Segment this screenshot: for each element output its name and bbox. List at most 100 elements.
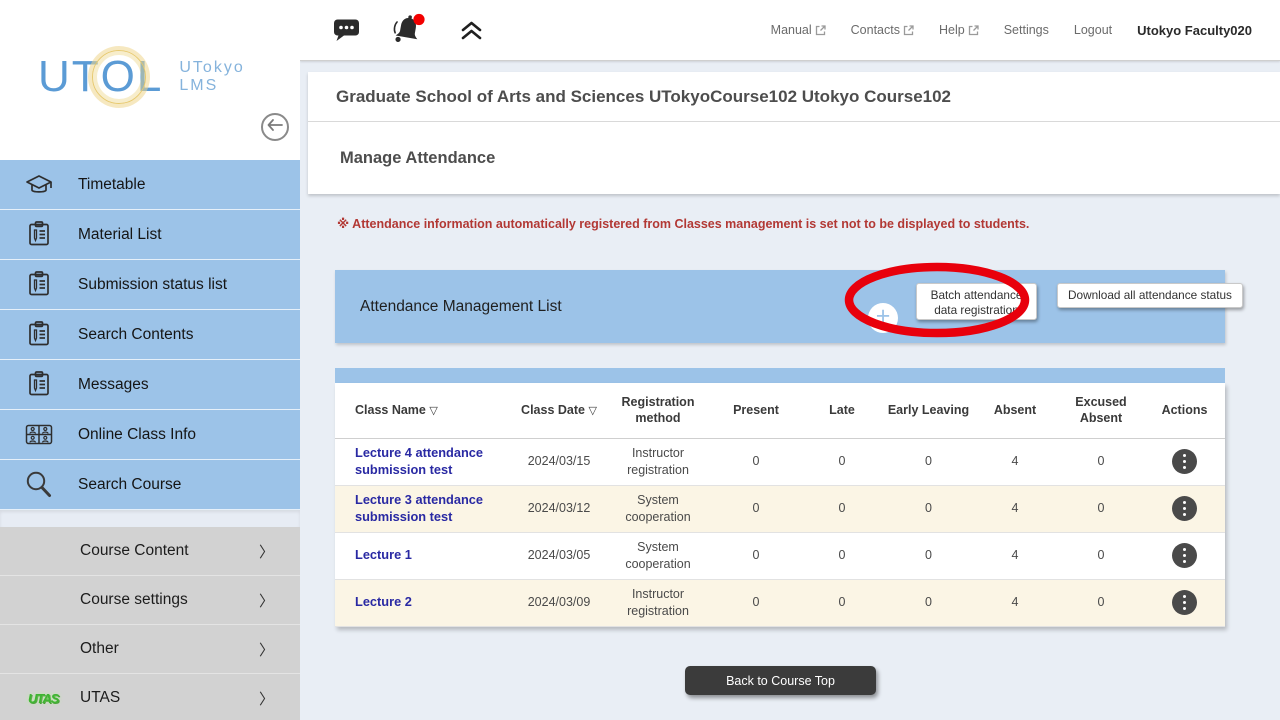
absent-cell: 4 xyxy=(972,438,1058,485)
sidebar-item-label: Submission status list xyxy=(78,276,227,294)
sidebar-item-label: Online Class Info xyxy=(78,426,196,444)
sidebar-item-messages[interactable]: Messages xyxy=(0,360,300,410)
class-date-cell: 2024/03/05 xyxy=(515,532,603,579)
late-cell: 0 xyxy=(799,438,885,485)
excused-absent-cell: 0 xyxy=(1058,532,1144,579)
bell-icon xyxy=(390,13,430,47)
registration-method-cell: Instructor registration xyxy=(603,579,713,626)
table-row: Lecture 4 attendance submission test 202… xyxy=(335,438,1225,485)
class-date-cell: 2024/03/15 xyxy=(515,438,603,485)
logo-text-o: O xyxy=(101,52,137,102)
nav-settings-link[interactable]: Settings xyxy=(1004,23,1049,37)
chevron-right-icon: 〉 xyxy=(259,688,274,709)
excused-absent-cell: 0 xyxy=(1058,579,1144,626)
sort-icon[interactable]: ▽ xyxy=(588,405,596,417)
nav-logout-link[interactable]: Logout xyxy=(1074,23,1112,37)
utol-logo: UTOL UTokyo LMS xyxy=(38,52,245,102)
logo-area: UTOL UTokyo LMS xyxy=(0,0,300,160)
absent-cell: 4 xyxy=(972,532,1058,579)
header-early-leaving: Early Leaving xyxy=(885,383,972,438)
row-actions-button[interactable] xyxy=(1172,449,1197,474)
sidebar-item-label: Material List xyxy=(78,226,162,244)
row-actions-button[interactable] xyxy=(1172,496,1197,521)
download-all-attendance-button[interactable]: Download all attendance status xyxy=(1057,283,1243,308)
header-present: Present xyxy=(713,383,799,438)
table-row: Lecture 2 2024/03/09 Instructor registra… xyxy=(335,579,1225,626)
registration-method-cell: System cooperation xyxy=(603,485,713,532)
panel-title: Attendance Management List xyxy=(360,298,562,316)
external-link-icon xyxy=(815,25,826,36)
clipboard-icon xyxy=(0,221,78,248)
late-cell: 0 xyxy=(799,485,885,532)
nav-help-link[interactable]: Help xyxy=(939,23,979,37)
sidebar-group-course-content[interactable]: Course Content 〉 xyxy=(0,527,300,576)
absent-cell: 4 xyxy=(972,579,1058,626)
sidebar-item-online-class-info[interactable]: Online Class Info xyxy=(0,410,300,460)
early-leaving-cell: 0 xyxy=(885,579,972,626)
left-arrow-icon xyxy=(267,118,283,136)
class-date-cell: 2024/03/09 xyxy=(515,579,603,626)
add-attendance-button[interactable]: + xyxy=(868,303,898,333)
class-name-link[interactable]: Lecture 3 attendance submission test xyxy=(355,492,483,524)
clipboard-icon xyxy=(0,371,78,398)
header-actions: Actions xyxy=(1144,383,1225,438)
sidebar-group-course-settings[interactable]: Course settings 〉 xyxy=(0,576,300,625)
user-name: Utokyo Faculty020 xyxy=(1137,23,1252,38)
sidebar-item-label: Messages xyxy=(78,376,149,394)
external-link-icon xyxy=(903,25,914,36)
clipboard-icon xyxy=(0,321,78,348)
collapse-topbar-button[interactable] xyxy=(460,20,483,41)
search-icon xyxy=(0,470,78,500)
absent-cell: 4 xyxy=(972,485,1058,532)
clipboard-icon xyxy=(0,271,78,298)
table-header-row: Class Name ▽ Class Date ▽ Registration m… xyxy=(335,383,1225,438)
topbar-nav: Manual Contacts Help Settings Logout Uto… xyxy=(771,23,1252,38)
nav-contacts-link[interactable]: Contacts xyxy=(851,23,914,37)
row-actions-button[interactable] xyxy=(1172,590,1197,615)
sidebar-item-timetable[interactable]: Timetable xyxy=(0,160,300,210)
warning-message: ※ Attendance information automatically r… xyxy=(337,216,1029,231)
back-to-course-top-button[interactable]: Back to Course Top xyxy=(685,666,876,695)
nav-manual-link[interactable]: Manual xyxy=(771,23,826,37)
title-card: Graduate School of Arts and Sciences UTo… xyxy=(308,72,1280,194)
present-cell: 0 xyxy=(713,485,799,532)
sidebar-item-label: Timetable xyxy=(78,176,145,194)
page-title: Manage Attendance xyxy=(340,149,495,168)
header-registration-method: Registration method xyxy=(603,383,713,438)
chat-bubble-icon xyxy=(333,18,360,43)
sidebar-item-search-course[interactable]: Search Course xyxy=(0,460,300,510)
early-leaving-cell: 0 xyxy=(885,438,972,485)
late-cell: 0 xyxy=(799,532,885,579)
registration-method-cell: Instructor registration xyxy=(603,438,713,485)
notifications-button[interactable] xyxy=(390,13,430,47)
attendance-table: Class Name ▽ Class Date ▽ Registration m… xyxy=(335,383,1225,627)
class-name-link[interactable]: Lecture 1 xyxy=(355,547,412,562)
sidebar-item-search-contents[interactable]: Search Contents xyxy=(0,310,300,360)
registration-method-cell: System cooperation xyxy=(603,532,713,579)
messages-button[interactable] xyxy=(333,18,360,43)
class-date-cell: 2024/03/12 xyxy=(515,485,603,532)
header-excused-absent: Excused Absent xyxy=(1058,383,1144,438)
header-class-name[interactable]: Class Name ▽ xyxy=(335,383,515,438)
sidebar-item-material-list[interactable]: Material List xyxy=(0,210,300,260)
sidebar-group-other[interactable]: Other 〉 xyxy=(0,625,300,674)
class-name-link[interactable]: Lecture 2 xyxy=(355,594,412,609)
sidebar-group-utas[interactable]: UTAS UTAS 〉 xyxy=(0,674,300,720)
logo-tagline: UTokyo LMS xyxy=(179,59,244,96)
batch-attendance-registration-button[interactable]: Batch attendance data registration xyxy=(916,283,1037,320)
sort-icon[interactable]: ▽ xyxy=(429,405,437,417)
row-actions-button[interactable] xyxy=(1172,543,1197,568)
sidebar-divider xyxy=(0,510,300,527)
notification-badge xyxy=(413,14,424,25)
attendance-panel-header: Attendance Management List + Batch atten… xyxy=(335,270,1225,343)
header-class-date[interactable]: Class Date ▽ xyxy=(515,383,603,438)
chevron-right-icon: 〉 xyxy=(259,590,274,611)
topbar: Manual Contacts Help Settings Logout Uto… xyxy=(300,0,1280,61)
class-name-link[interactable]: Lecture 4 attendance submission test xyxy=(355,445,483,477)
excused-absent-cell: 0 xyxy=(1058,485,1144,532)
table-row: Lecture 1 2024/03/05 System cooperation … xyxy=(335,532,1225,579)
collapse-sidebar-button[interactable] xyxy=(261,113,289,141)
external-link-icon xyxy=(968,25,979,36)
sidebar-item-submission-status-list[interactable]: Submission status list xyxy=(0,260,300,310)
table-top-strip xyxy=(335,368,1225,383)
